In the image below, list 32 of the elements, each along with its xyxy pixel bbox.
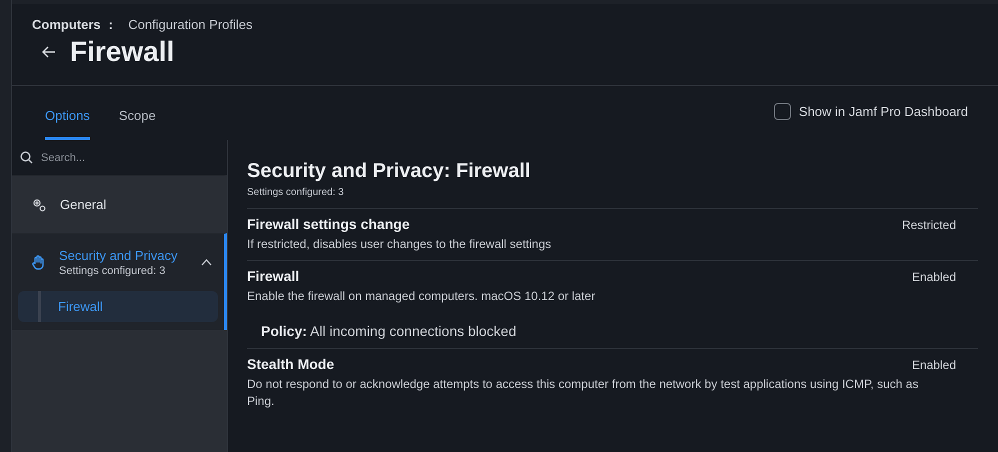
setting-value: Restricted	[902, 218, 956, 232]
setting-description: If restricted, disables user changes to the firewall settings	[247, 236, 552, 253]
search-field[interactable]: Search...	[39, 150, 219, 164]
breadcrumb-separator: :	[108, 17, 113, 32]
sidebar-item-subtitle: Settings configured: 3	[59, 265, 166, 277]
checkbox[interactable]	[774, 103, 791, 120]
section-title: Security and Privacy: Firewall	[247, 160, 532, 183]
hand-icon	[32, 255, 45, 270]
setting-description: Enable the firewall on managed computers. macOS 10.12 or later	[247, 288, 596, 305]
sidebar-item-label: General	[60, 197, 108, 212]
search-field[interactable]: Search...	[12, 140, 227, 175]
chevron-icon[interactable]	[201, 259, 212, 266]
setting-description: Do not respond to or acknowledge attempts to access this computer from the network by test applications using ICMP, such as Ping.	[247, 376, 920, 410]
setting-detail: Policy: All incoming connections blocked	[261, 323, 518, 339]
setting-name: Firewall	[247, 268, 300, 284]
setting-name: Firewall settings change	[247, 216, 410, 232]
breadcrumb-link[interactable]: Computers	[32, 17, 101, 32]
checkbox-label: Show in Jamf Pro Dashboard	[798, 104, 968, 119]
section-subtitle: Settings configured: 3	[247, 187, 345, 198]
back-arrow-icon	[42, 46, 56, 58]
gears-icon	[32, 198, 46, 212]
tab[interactable]: Scope	[118, 108, 156, 140]
sidebar-item-label: Security and Privacy	[59, 248, 178, 263]
setting-name: Stealth Mode	[247, 356, 334, 372]
breadcrumb-current: Configuration Profiles	[127, 17, 252, 32]
page-title: Firewall	[70, 36, 174, 68]
setting-value: Enabled	[912, 358, 956, 372]
search-icon	[20, 151, 33, 164]
sidebar-item[interactable]: Security and Privacy Settings configured: 3 Firewall	[12, 233, 227, 330]
sidebar-subitem[interactable]: Firewall	[18, 291, 218, 322]
back-button[interactable]	[42, 46, 56, 58]
setting-value: Enabled	[912, 270, 956, 284]
